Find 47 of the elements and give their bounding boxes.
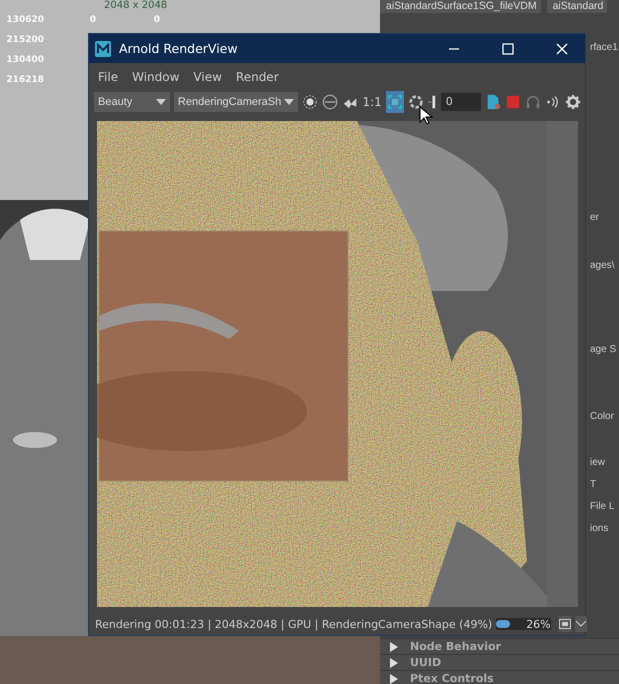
attribute-label: rface1 [590,41,618,55]
table-cell-text: 0 [88,14,96,26]
broadcast-icon[interactable] [544,93,561,111]
menu-item[interactable]: File [98,69,118,89]
attribute-label: File L [590,500,614,514]
section-header[interactable]: Node Behavior [380,638,619,654]
expand-button[interactable] [574,616,587,632]
frame-field[interactable]: 0 [440,93,481,111]
table-cell-text: 0 [152,14,160,26]
table-cell-text: 215200 [5,34,44,46]
panel-tab[interactable]: aiStandard [546,0,608,13]
progress-reading: 26% [525,618,551,630]
refresh-icon[interactable] [408,93,424,111]
expand-arrow-icon[interactable] [390,674,398,684]
table-cell-text: 130400 [5,54,44,66]
exposure-icon[interactable] [302,93,318,111]
maximize-icon[interactable] [501,42,515,56]
menu-item[interactable]: Render [236,69,279,89]
attribute-label: Color [590,410,614,424]
panel-tab[interactable]: aiStandardSurface1SG_fileVDM [380,0,541,13]
image-icon[interactable] [484,93,501,111]
region-crop-button[interactable] [386,91,404,113]
menu-item[interactable]: View [193,69,222,89]
attribute-label: er [590,211,599,225]
settings-icon[interactable] [564,93,581,111]
table-cell-text: 216218 [5,74,44,86]
status-text: Rendering 00:01:23 | 2048x2048 | GPU | RenderingCameraShape (49%) [95,618,492,630]
app-logo-icon[interactable] [95,40,111,56]
table-cell-text: 130620 [5,14,44,26]
camera-dropdown[interactable]: RenderingCameraSh [174,92,298,112]
attribute-label: iew [590,456,606,470]
snapshot-button[interactable] [558,616,571,632]
attribute-label: ages\ [590,259,614,273]
section-header[interactable]: UUID [380,654,619,670]
zoom-ratio-button[interactable]: 1:1 [362,95,382,109]
section-header[interactable]: Ptex Controls [380,670,619,684]
aov-dropdown[interactable]: Beauty [94,92,170,112]
close-icon[interactable] [555,42,569,56]
menu-item[interactable]: Window [132,69,180,89]
attribute-label: T [590,478,596,492]
window-title: Arnold RenderView [119,41,239,56]
channel-icon[interactable] [322,93,338,111]
size-label: 2048 x 2048 [104,0,168,11]
attribute-label: ions [590,522,608,536]
slider-icon[interactable] [428,93,437,111]
attribute-label: age S [590,343,616,357]
cursor-icon [419,106,433,126]
